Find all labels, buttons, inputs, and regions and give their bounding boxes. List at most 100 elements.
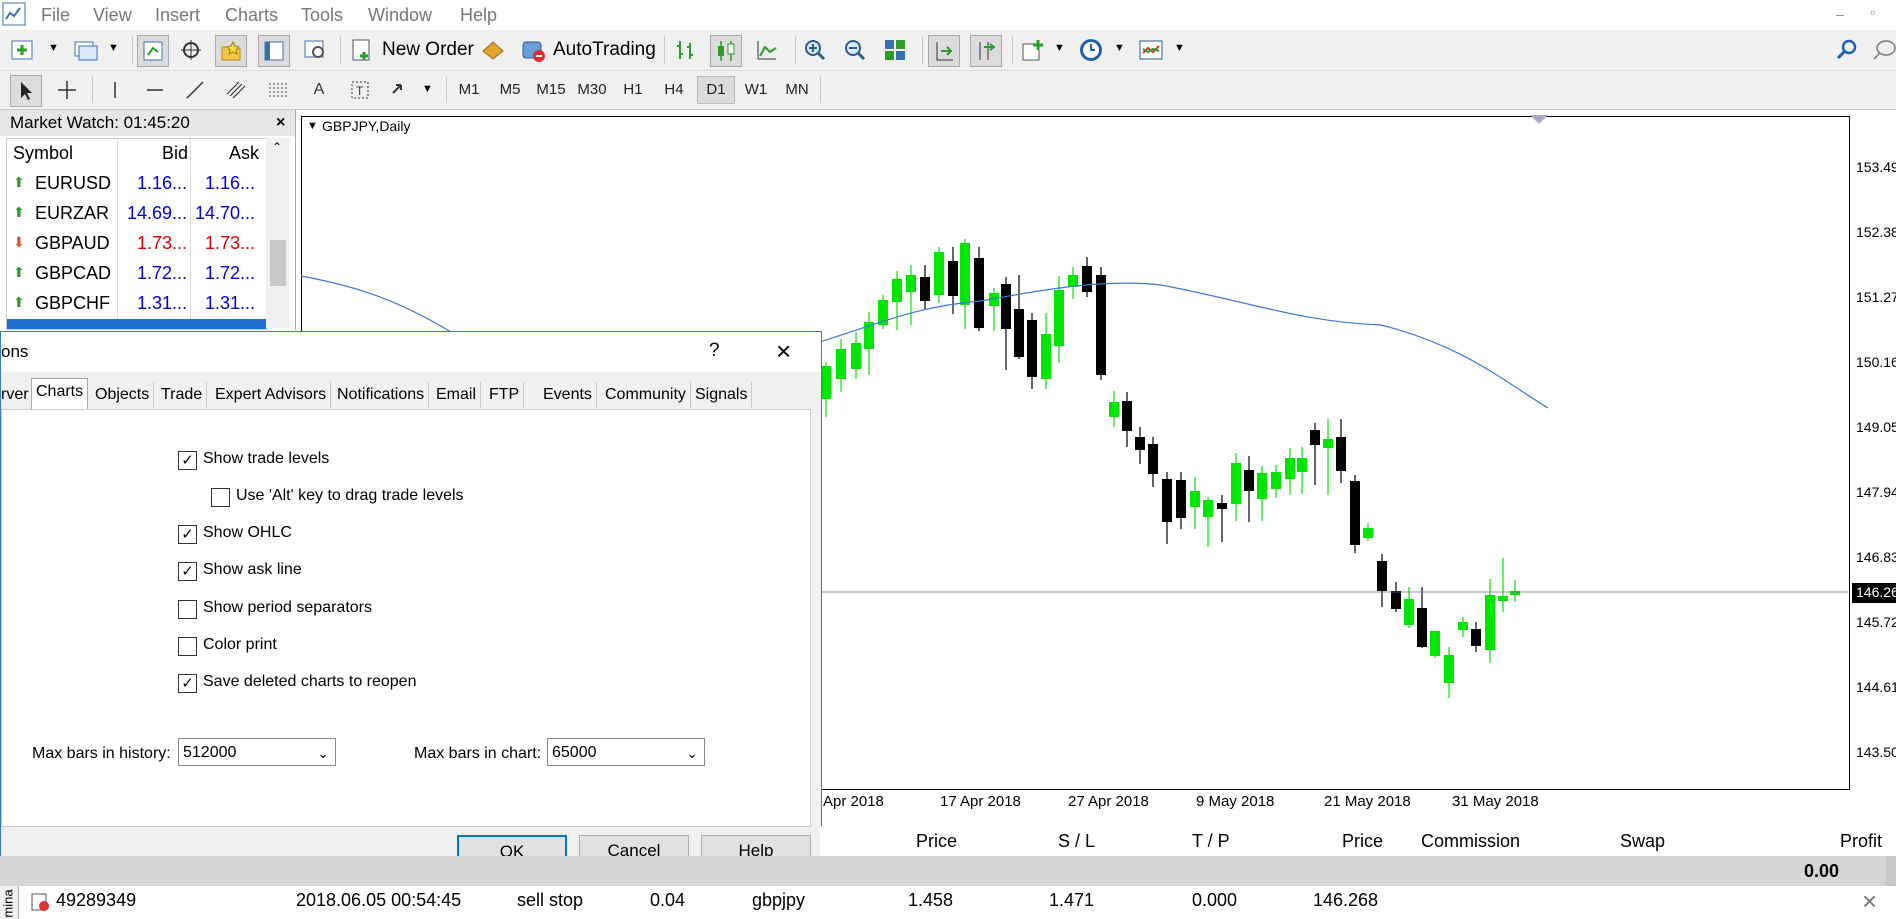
timeframe-m15[interactable]: M15: [533, 81, 569, 98]
chevron-down-icon[interactable]: ▼: [1114, 42, 1125, 54]
column-ask[interactable]: Ask: [229, 143, 259, 164]
text-label-icon[interactable]: T: [345, 75, 375, 105]
chevron-down-icon[interactable]: ▼: [1054, 42, 1065, 54]
timeframe-h4[interactable]: H4: [656, 81, 692, 98]
column-tp[interactable]: T / P: [1192, 831, 1230, 852]
text-icon[interactable]: A: [304, 75, 334, 105]
tab-charts[interactable]: Charts: [31, 378, 89, 411]
tab-email[interactable]: Email: [432, 382, 482, 408]
menu-file[interactable]: File: [41, 5, 70, 26]
option-checkbox[interactable]: [178, 637, 197, 656]
new-chart-icon[interactable]: [8, 35, 38, 65]
periods-clock-icon[interactable]: [1076, 35, 1106, 65]
templates-icon[interactable]: [1136, 35, 1166, 65]
option-checkbox[interactable]: ✓: [178, 674, 197, 693]
bar-chart-icon[interactable]: [671, 35, 701, 65]
timeframe-m5[interactable]: M5: [492, 81, 528, 98]
menu-tools[interactable]: Tools: [301, 5, 343, 26]
chart-shift-icon[interactable]: [970, 35, 1002, 67]
arrows-icon[interactable]: [385, 75, 415, 105]
cursor-icon[interactable]: [10, 75, 42, 107]
option-checkbox[interactable]: ✓: [178, 525, 197, 544]
option-checkbox[interactable]: [178, 600, 197, 619]
strategy-tester-icon[interactable]: [300, 35, 330, 65]
search-icon[interactable]: [1832, 35, 1862, 65]
tab-notifications[interactable]: Notifications: [333, 382, 430, 408]
tab-server[interactable]: rver: [0, 382, 34, 408]
equidistant-channel-icon[interactable]: [222, 75, 252, 105]
option-checkbox[interactable]: [211, 488, 230, 507]
column-commission[interactable]: Commission: [1421, 831, 1520, 852]
new-order-button[interactable]: New Order: [382, 39, 474, 61]
market-watch-row[interactable]: ⬇ GBPAUD 1.73... 1.73...: [7, 229, 264, 259]
indicators-icon[interactable]: [1018, 35, 1048, 65]
tab-ftp[interactable]: FTP: [485, 382, 525, 408]
scrollbar-thumb[interactable]: [270, 240, 286, 286]
tab-signals[interactable]: Signals: [691, 382, 753, 408]
chat-icon[interactable]: [1868, 35, 1896, 65]
max-bars-chart-select[interactable]: 65000 ⌄: [547, 738, 705, 766]
column-price[interactable]: Price: [916, 831, 957, 852]
close-icon[interactable]: ×: [276, 110, 285, 136]
market-watch-row[interactable]: ⬆ EURZAR 14.69... 14.70...: [7, 199, 264, 229]
column-symbol[interactable]: Symbol: [13, 143, 73, 164]
chevron-down-icon[interactable]: ▼: [48, 42, 59, 54]
line-chart-icon[interactable]: [752, 35, 782, 65]
chevron-down-icon[interactable]: ▼: [422, 83, 433, 95]
terminal-icon[interactable]: [258, 35, 290, 67]
minimize-button[interactable]: –: [1836, 6, 1844, 22]
chevron-up-icon[interactable]: ⌃: [272, 140, 282, 154]
close-icon[interactable]: ×: [1862, 886, 1877, 917]
new-order-icon[interactable]: [347, 35, 377, 65]
timeframe-d1[interactable]: D1: [697, 76, 735, 104]
scrollbar[interactable]: ⌃: [266, 138, 290, 328]
column-bid[interactable]: Bid: [162, 143, 188, 164]
profiles-icon[interactable]: [70, 35, 100, 65]
tab-trade[interactable]: Trade: [157, 382, 208, 408]
column-current-price[interactable]: Price: [1342, 831, 1383, 852]
tab-expert-advisors[interactable]: Expert Advisors: [211, 382, 332, 408]
option-checkbox[interactable]: ✓: [178, 451, 197, 470]
navigator-icon[interactable]: [215, 35, 247, 67]
terminal-scrollbar[interactable]: [1886, 856, 1896, 886]
horizontal-line-icon[interactable]: [140, 75, 170, 105]
chevron-down-icon[interactable]: ▼: [108, 42, 119, 54]
menu-charts[interactable]: Charts: [225, 5, 278, 26]
metaeditor-icon[interactable]: [478, 35, 508, 65]
menu-help[interactable]: Help: [460, 5, 497, 26]
timeframe-m30[interactable]: M30: [574, 81, 610, 98]
menu-view[interactable]: View: [93, 5, 132, 26]
chevron-down-icon[interactable]: ▼: [1174, 42, 1185, 54]
vertical-line-icon[interactable]: [100, 75, 130, 105]
market-watch-row[interactable]: ⬆ EURUSD 1.16... 1.16...: [7, 169, 264, 199]
timeframe-mn[interactable]: MN: [779, 81, 815, 98]
max-bars-history-select[interactable]: 512000 ⌄: [178, 738, 336, 766]
tab-community[interactable]: Community: [601, 382, 691, 408]
column-swap[interactable]: Swap: [1620, 831, 1665, 852]
market-watch-row[interactable]: ⬆ GBPCHF 1.31... 1.31...: [7, 289, 264, 319]
autotrading-icon[interactable]: [518, 35, 548, 65]
column-sl[interactable]: S / L: [1058, 831, 1095, 852]
fibonacci-icon[interactable]: [263, 75, 293, 105]
restore-button[interactable]: ▫: [1870, 4, 1875, 20]
zoom-out-icon[interactable]: [840, 35, 870, 65]
timeframe-m1[interactable]: M1: [451, 81, 487, 98]
option-checkbox[interactable]: ✓: [178, 562, 197, 581]
autotrading-button[interactable]: AutoTrading: [553, 39, 656, 61]
menu-insert[interactable]: Insert: [155, 5, 200, 26]
zoom-in-icon[interactable]: [800, 35, 830, 65]
crosshair-icon[interactable]: [176, 35, 206, 65]
tab-objects[interactable]: Objects: [91, 382, 155, 408]
menu-window[interactable]: Window: [368, 5, 432, 26]
crosshair-tool-icon[interactable]: [52, 75, 82, 105]
table-row[interactable]: mina 49289349 2018.06.05 00:54:45 sell s…: [0, 886, 1896, 919]
market-watch-row[interactable]: ⬆ GBPCAD 1.72... 1.72...: [7, 259, 264, 289]
column-profit[interactable]: Profit: [1840, 831, 1882, 852]
auto-scroll-icon[interactable]: [928, 35, 960, 67]
terminal-side-tab[interactable]: mina: [0, 886, 19, 919]
timeframe-h1[interactable]: H1: [615, 81, 651, 98]
trendline-icon[interactable]: [180, 75, 210, 105]
market-watch-icon[interactable]: [137, 35, 169, 67]
selected-row-gbpjpy[interactable]: [7, 319, 266, 329]
timeframe-w1[interactable]: W1: [738, 81, 774, 98]
